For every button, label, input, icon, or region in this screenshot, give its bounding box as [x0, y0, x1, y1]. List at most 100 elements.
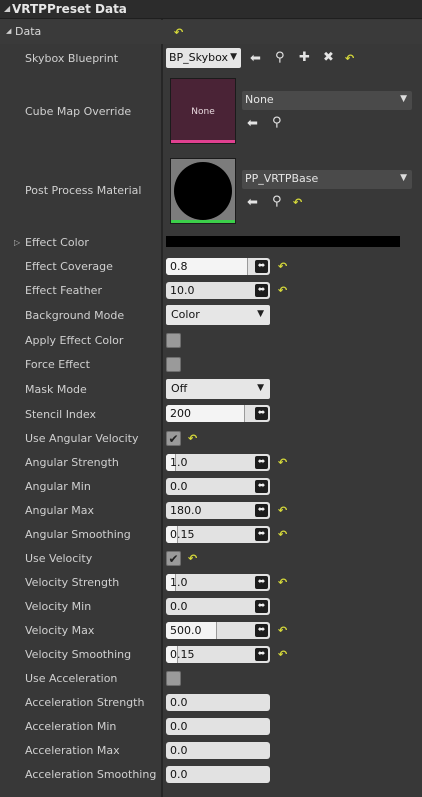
skybox-blueprint-value: BP_Skybox [169, 51, 229, 64]
cube-map-thumbnail[interactable]: None [170, 78, 236, 144]
search-icon[interactable]: ⚲ [272, 195, 282, 208]
reset-arrow-icon[interactable]: ↶ [293, 196, 302, 209]
drag-handle-icon[interactable]: ⬌ [255, 284, 268, 297]
acceleration-smoothing-value: 0.0 [170, 768, 188, 781]
velocity-smoothing-field[interactable]: 0.15 ⬌ [166, 646, 270, 663]
angular-min-value: 0.0 [170, 480, 188, 493]
drag-handle-icon[interactable]: ⬌ [255, 576, 268, 589]
acceleration-max-field[interactable]: 0.0 [166, 742, 270, 759]
stencil-index-value: 200 [170, 407, 191, 420]
post-process-material-combo[interactable]: PP_VRTPBase ▼ [242, 170, 412, 189]
drag-handle-icon[interactable]: ⬌ [255, 600, 268, 613]
acceleration-max-value: 0.0 [170, 744, 188, 757]
reset-arrow-icon[interactable]: ↶ [278, 456, 287, 469]
category-data[interactable]: ◢ Data ↶ [0, 20, 422, 44]
panel-header[interactable]: ◢ VRTPPreset Data [0, 0, 422, 19]
use-selected-arrow-icon[interactable]: ⬅ [250, 52, 261, 65]
apply-effect-color-label: Apply Effect Color [25, 334, 124, 347]
search-icon[interactable]: ⚲ [275, 51, 285, 64]
use-angular-velocity-label: Use Angular Velocity [25, 432, 139, 445]
reset-arrow-icon[interactable]: ↶ [278, 528, 287, 541]
angular-max-field[interactable]: 180.0 ⬌ [166, 502, 270, 519]
velocity-min-field[interactable]: 0.0 ⬌ [166, 598, 270, 615]
drag-handle-icon[interactable]: ⬌ [255, 528, 268, 541]
acceleration-max-label: Acceleration Max [25, 744, 120, 757]
reset-arrow-icon[interactable]: ↶ [188, 432, 197, 445]
effect-color-swatch[interactable] [166, 236, 400, 247]
effect-coverage-label: Effect Coverage [25, 260, 113, 273]
reset-arrow-icon[interactable]: ↶ [278, 576, 287, 589]
panel-title: VRTPPreset Data [12, 2, 127, 16]
drag-handle-icon[interactable]: ⬌ [255, 456, 268, 469]
force-effect-label: Force Effect [25, 358, 90, 371]
reset-arrow-icon[interactable]: ↶ [278, 260, 287, 273]
skybox-blueprint-combo[interactable]: BP_Skybox ▼ [166, 48, 241, 68]
search-icon[interactable]: ⚲ [272, 116, 282, 129]
use-selected-arrow-icon[interactable]: ⬅ [247, 196, 258, 209]
angular-strength-label: Angular Strength [25, 456, 119, 469]
use-velocity-label: Use Velocity [25, 552, 93, 565]
stencil-index-label: Stencil Index [25, 408, 96, 421]
drag-handle-icon[interactable]: ⬌ [255, 624, 268, 637]
post-process-material-label: Post Process Material [25, 184, 142, 197]
use-angular-velocity-checkbox[interactable]: ✔ [166, 431, 181, 446]
drag-handle-icon[interactable]: ⬌ [255, 260, 268, 273]
apply-effect-color-checkbox[interactable] [166, 333, 181, 348]
add-icon[interactable]: ✚ [299, 51, 310, 64]
asset-type-bar [171, 220, 235, 223]
column-divider[interactable] [161, 19, 163, 797]
background-mode-combo[interactable]: Color ▼ [166, 305, 270, 325]
drag-handle-icon[interactable]: ⬌ [255, 648, 268, 661]
angular-smoothing-label: Angular Smoothing [25, 528, 131, 541]
clear-icon[interactable]: ✖ [323, 51, 334, 64]
background-mode-label: Background Mode [25, 309, 125, 322]
effect-color-label: Effect Color [25, 236, 89, 249]
category-label: Data [15, 25, 42, 38]
effect-feather-field[interactable]: 10.0 ⬌ [166, 282, 270, 299]
acceleration-smoothing-label: Acceleration Smoothing [25, 768, 157, 781]
drag-handle-icon[interactable]: ⬌ [255, 504, 268, 517]
stencil-index-field[interactable]: 200 ⬌ [166, 405, 270, 422]
velocity-strength-label: Velocity Strength [25, 576, 120, 589]
force-effect-checkbox[interactable] [166, 357, 181, 372]
expand-triangle-icon[interactable]: ▷ [14, 238, 20, 247]
use-acceleration-label: Use Acceleration [25, 672, 118, 685]
effect-coverage-value: 0.8 [170, 260, 188, 273]
angular-smoothing-value: 0.15 [170, 528, 195, 541]
velocity-max-field[interactable]: 500.0 ⬌ [166, 622, 270, 639]
acceleration-strength-field[interactable]: 0.0 [166, 694, 270, 711]
effect-coverage-field[interactable]: 0.8 ⬌ [166, 258, 270, 275]
post-process-material-thumbnail[interactable] [170, 158, 236, 224]
cube-map-combo[interactable]: None ▼ [242, 91, 412, 110]
collapse-triangle-icon[interactable]: ◢ [4, 4, 10, 13]
effect-feather-value: 10.0 [170, 284, 195, 297]
thumbnail-none-text: None [191, 107, 215, 117]
reset-arrow-icon[interactable]: ↶ [174, 26, 183, 39]
reset-arrow-icon[interactable]: ↶ [278, 624, 287, 637]
reset-arrow-icon[interactable]: ↶ [278, 284, 287, 297]
drag-handle-icon[interactable]: ⬌ [255, 407, 268, 420]
checkmark-icon: ✔ [168, 552, 179, 566]
reset-arrow-icon[interactable]: ↶ [345, 52, 354, 65]
collapse-triangle-icon[interactable]: ◢ [6, 27, 11, 35]
use-acceleration-checkbox[interactable] [166, 671, 181, 686]
reset-arrow-icon[interactable]: ↶ [188, 552, 197, 565]
velocity-strength-field[interactable]: 1.0 ⬌ [166, 574, 270, 591]
velocity-strength-value: 1.0 [170, 576, 188, 589]
angular-strength-field[interactable]: 1.0 ⬌ [166, 454, 270, 471]
chevron-down-icon: ▼ [257, 383, 264, 393]
velocity-max-label: Velocity Max [25, 624, 95, 637]
mask-mode-label: Mask Mode [25, 383, 87, 396]
acceleration-smoothing-field[interactable]: 0.0 [166, 766, 270, 783]
angular-max-value: 180.0 [170, 504, 202, 517]
angular-min-field[interactable]: 0.0 ⬌ [166, 478, 270, 495]
angular-smoothing-field[interactable]: 0.15 ⬌ [166, 526, 270, 543]
chevron-down-icon: ▼ [400, 173, 407, 183]
use-velocity-checkbox[interactable]: ✔ [166, 551, 181, 566]
acceleration-min-field[interactable]: 0.0 [166, 718, 270, 735]
reset-arrow-icon[interactable]: ↶ [278, 648, 287, 661]
use-selected-arrow-icon[interactable]: ⬅ [247, 117, 258, 130]
reset-arrow-icon[interactable]: ↶ [278, 504, 287, 517]
drag-handle-icon[interactable]: ⬌ [255, 480, 268, 493]
mask-mode-combo[interactable]: Off ▼ [166, 379, 270, 399]
